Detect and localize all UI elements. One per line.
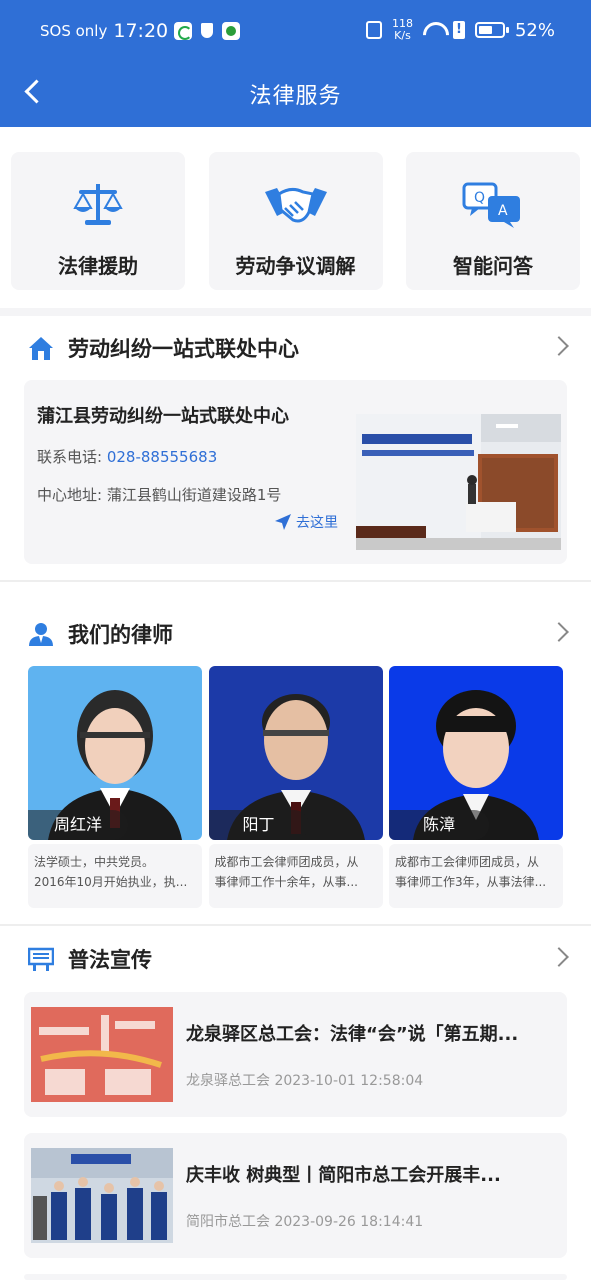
- security-app-icon: [222, 22, 241, 40]
- service-smart-qa[interactable]: Q A 智能问答: [406, 152, 580, 290]
- app-header: SOS only 17:20 118 K/s ! 52% 法律服务: [0, 0, 591, 127]
- status-left: SOS only 17:20: [40, 20, 241, 42]
- service-tiles: 法律援助 劳动争议调解 Q A 智能问答: [11, 152, 580, 290]
- article-thumbnail: [31, 1148, 173, 1243]
- article-title: 庆丰收 树典型丨简阳市总工会开展丰...: [186, 1165, 501, 1186]
- net-speed: 118 K/s: [392, 18, 413, 42]
- service-label: 劳动争议调解: [235, 254, 356, 278]
- article-source: 龙泉驿总工会: [186, 1073, 270, 1089]
- svg-text:Q: Q: [474, 190, 485, 206]
- lawyer-description: 成都市工会律师团成员，从 事律师工作十余年，从事...: [208, 844, 383, 908]
- section-title: 劳动纠纷一站式联处中心: [68, 337, 299, 361]
- battery-icon: [474, 22, 509, 38]
- section-divider: [0, 308, 591, 316]
- status-bar: SOS only 17:20 118 K/s ! 52%: [0, 0, 591, 66]
- phone-number-link[interactable]: 028-88555683: [107, 448, 217, 466]
- vibrate-icon: [365, 21, 382, 39]
- battery-percent: 52%: [514, 19, 555, 41]
- lawyer-list: 周红洋 法学硕士，中共党员。 2016年10月开始执业，执... 阳丁 成都市工…: [28, 666, 563, 910]
- desc-line: 事律师工作十余年，从事...: [214, 875, 358, 889]
- center-address-row: 中心地址: 蒲江县鹤山街道建设路1号: [37, 484, 281, 505]
- section-title: 普法宣传: [68, 948, 152, 972]
- lawyer-card[interactable]: 周红洋 法学硕士，中共党员。 2016年10月开始执业，执...: [28, 666, 202, 910]
- service-label: 智能问答: [453, 254, 533, 278]
- desc-line: 法学硕士，中共党员。: [34, 855, 155, 869]
- navigate-button[interactable]: 去这里: [274, 512, 338, 532]
- net-speed-unit: K/s: [394, 29, 411, 42]
- chevron-right-icon[interactable]: [549, 947, 569, 967]
- article-datetime: 2023-09-26 18:14:41: [274, 1214, 424, 1230]
- article-item-partial[interactable]: [24, 1274, 567, 1280]
- section-header-publicity[interactable]: 普法宣传: [28, 942, 569, 976]
- center-name: 蒲江县劳动纠纷一站式联处中心: [37, 406, 289, 427]
- phone-label: 联系电话:: [37, 448, 103, 466]
- address-label: 中心地址:: [37, 486, 103, 504]
- status-right: 118 K/s ! 52%: [365, 18, 555, 42]
- service-labor-mediation[interactable]: 劳动争议调解: [208, 152, 383, 290]
- alert-icon: !: [452, 21, 465, 39]
- carrier-text: SOS only: [40, 22, 108, 40]
- desc-line: 2016年10月开始执业，执...: [34, 875, 188, 889]
- lawyer-card[interactable]: 陈漳 成都市工会律师团成员，从 事律师工作3年，从事法律...: [389, 666, 563, 910]
- lawyer-card[interactable]: 阳丁 成都市工会律师团成员，从 事律师工作十余年，从事...: [208, 666, 383, 910]
- billboard-icon: [28, 947, 54, 971]
- app-notification-icon: [174, 22, 193, 40]
- navigate-label: 去这里: [296, 515, 338, 531]
- handshake-icon: [264, 187, 327, 223]
- center-card[interactable]: 蒲江县劳动纠纷一站式联处中心 联系电话: 028-88555683 中心地址: …: [24, 380, 567, 564]
- page-title: 法律服务: [249, 84, 342, 109]
- article-title: 龙泉驿区总工会：法律“会”说「第五期...: [186, 1024, 519, 1045]
- center-photo: [356, 414, 561, 550]
- lawyer-name: 陈漳: [389, 810, 489, 840]
- section-header-lawyers[interactable]: 我们的律师: [28, 617, 569, 651]
- wifi-icon: [423, 22, 443, 38]
- section-title: 我们的律师: [68, 623, 173, 647]
- chevron-right-icon[interactable]: [549, 336, 569, 356]
- scales-icon: [73, 184, 123, 225]
- lawyer-name: 周红洋: [28, 810, 128, 840]
- chevron-right-icon[interactable]: [549, 622, 569, 642]
- service-legal-aid[interactable]: 法律援助: [11, 152, 185, 290]
- navigation-arrow-icon: [275, 514, 291, 530]
- lawyer-icon: [29, 623, 53, 646]
- article-meta: 简阳市总工会 2023-09-26 18:14:41: [186, 1211, 423, 1231]
- article-datetime: 2023-10-01 12:58:04: [274, 1073, 424, 1089]
- shield-icon: [198, 22, 216, 40]
- service-label: 法律援助: [58, 254, 138, 278]
- article-source: 简阳市总工会: [186, 1214, 270, 1230]
- article-thumbnail: [31, 1007, 173, 1102]
- desc-line: 成都市工会律师团成员，从: [395, 855, 540, 869]
- address-value: 蒲江县鹤山街道建设路1号: [106, 486, 282, 504]
- article-item[interactable]: 龙泉驿区总工会：法律“会”说「第五期... 龙泉驿总工会 2023-10-01 …: [24, 992, 567, 1117]
- home-icon: [29, 337, 53, 360]
- section-header-center[interactable]: 劳动纠纷一站式联处中心: [28, 331, 569, 365]
- lawyer-name: 阳丁: [208, 810, 309, 840]
- clock: 17:20: [113, 20, 169, 42]
- lawyer-description: 成都市工会律师团成员，从 事律师工作3年，从事法律...: [389, 844, 563, 908]
- qa-chat-icon: Q A: [462, 182, 520, 228]
- lawyer-description: 法学硕士，中共党员。 2016年10月开始执业，执...: [28, 844, 202, 908]
- desc-line: 事律师工作3年，从事法律...: [395, 875, 547, 889]
- article-meta: 龙泉驿总工会 2023-10-01 12:58:04: [186, 1070, 423, 1090]
- svg-text:A: A: [498, 203, 508, 219]
- desc-line: 成都市工会律师团成员，从: [214, 855, 359, 869]
- section-divider: [0, 580, 591, 582]
- article-item[interactable]: 庆丰收 树典型丨简阳市总工会开展丰... 简阳市总工会 2023-09-26 1…: [24, 1133, 567, 1258]
- section-divider: [0, 924, 591, 926]
- center-phone-row: 联系电话: 028-88555683: [37, 446, 217, 467]
